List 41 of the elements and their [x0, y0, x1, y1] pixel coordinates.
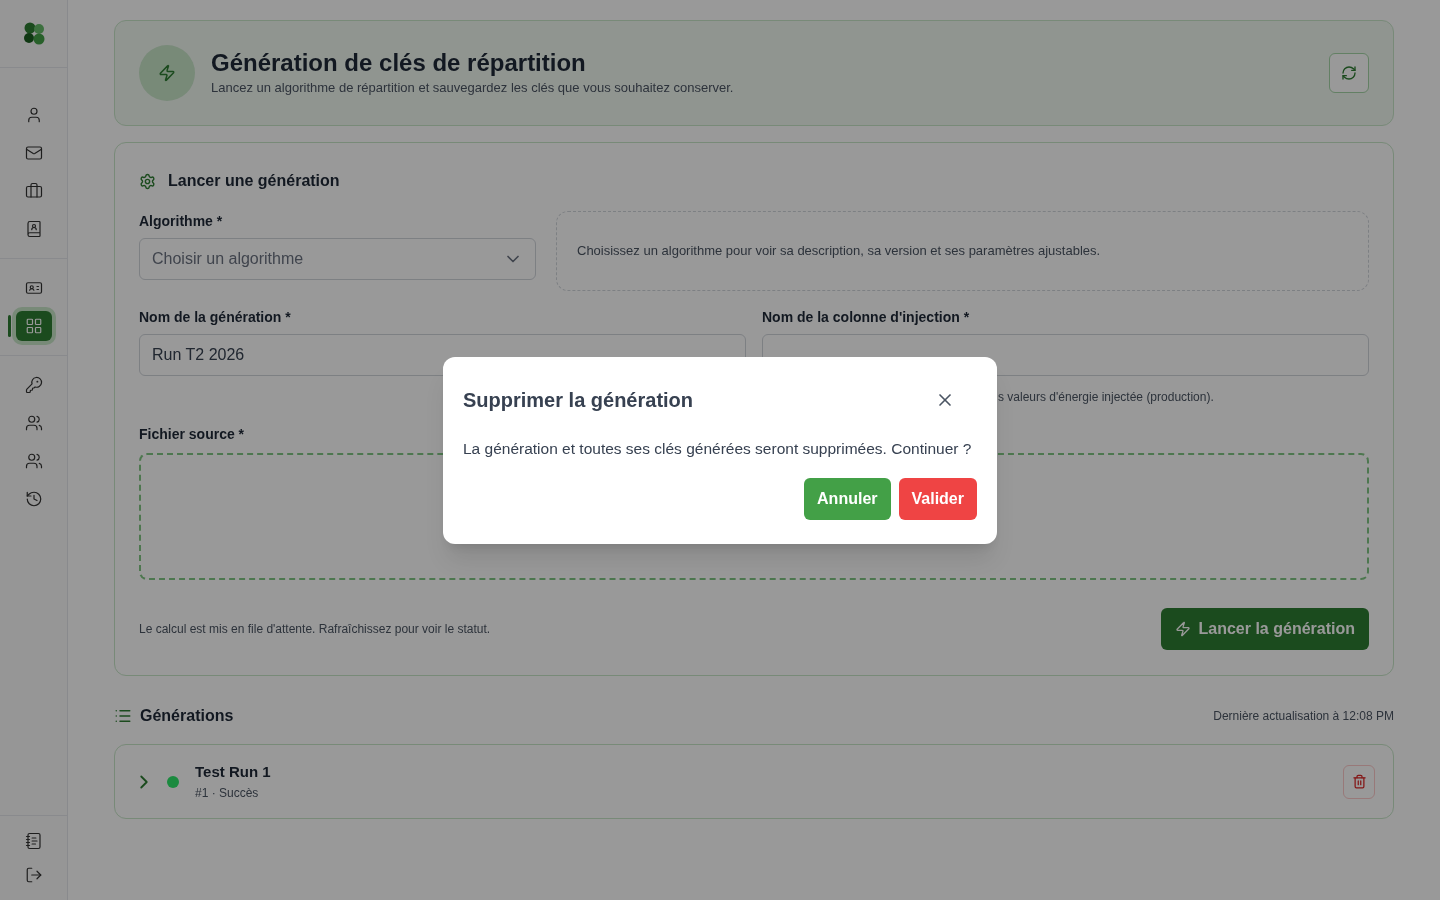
- trash-icon: [1351, 774, 1367, 789]
- queue-note: Le calcul est mis en file d'attente. Rafraîchissez pour voir le statut.: [139, 621, 491, 638]
- field-label: Nom de la colonne d'injection *: [762, 308, 971, 327]
- bolt-badge: [139, 45, 195, 101]
- section-title: Lancer une génération: [168, 171, 340, 191]
- refresh-button[interactable]: [1329, 53, 1369, 93]
- field-hint: s valeurs d'énergie injectée (production).: [998, 390, 1214, 404]
- users-icon: [24, 414, 43, 432]
- field-label: Algorithme *: [139, 212, 224, 231]
- refresh-icon: [1341, 65, 1357, 81]
- logout-icon: [24, 866, 43, 884]
- info-text: Choisissez un algorithme pour voir sa description, sa version et ses paramètres ajustables.: [577, 242, 1101, 261]
- id-card-icon: [24, 279, 43, 297]
- notebook-icon: [24, 832, 43, 850]
- bolt-icon: [1174, 621, 1191, 637]
- users-icon: [24, 452, 43, 470]
- mail-icon: [24, 144, 43, 162]
- cancel-button[interactable]: Annuler: [804, 478, 891, 521]
- key-icon: [24, 376, 43, 394]
- confirm-button[interactable]: Valider: [898, 478, 977, 521]
- field-label: Fichier source *: [139, 425, 245, 444]
- list-icon: [114, 707, 132, 725]
- algorithm-select[interactable]: Choisir un algorithme: [139, 238, 536, 280]
- grid-icon: [24, 317, 43, 335]
- settings-icon: [139, 172, 156, 190]
- briefcase-icon: [24, 182, 43, 200]
- history-icon: [24, 490, 43, 508]
- generation-meta: #1 · Succès: [195, 784, 260, 802]
- section-title: Générations: [140, 706, 234, 726]
- launch-button[interactable]: Lancer la génération: [1160, 608, 1369, 650]
- page-title: Génération de clés de répartition: [211, 48, 587, 79]
- delete-button[interactable]: [1343, 764, 1375, 799]
- page-subtitle: Lancez un algorithme de répartition et sauvegardez les clés que vous souhaitez conserver.: [211, 79, 735, 98]
- field-label: Nom de la génération *: [139, 308, 292, 327]
- dialog-title: Supprimer la génération: [463, 388, 694, 413]
- generation-name: Test Run 1: [195, 762, 272, 783]
- last-update-text: Dernière actualisation à 12:08 PM: [1213, 708, 1394, 725]
- contact-book-icon: [24, 220, 43, 238]
- name-field[interactable]: Run T2 2026: [139, 334, 746, 376]
- generation-row[interactable]: Test Run 1 #1 · Succès: [114, 744, 1394, 819]
- dialog-message: La génération et toutes ses clés générées seront supprimées. Continuer ?: [463, 439, 973, 459]
